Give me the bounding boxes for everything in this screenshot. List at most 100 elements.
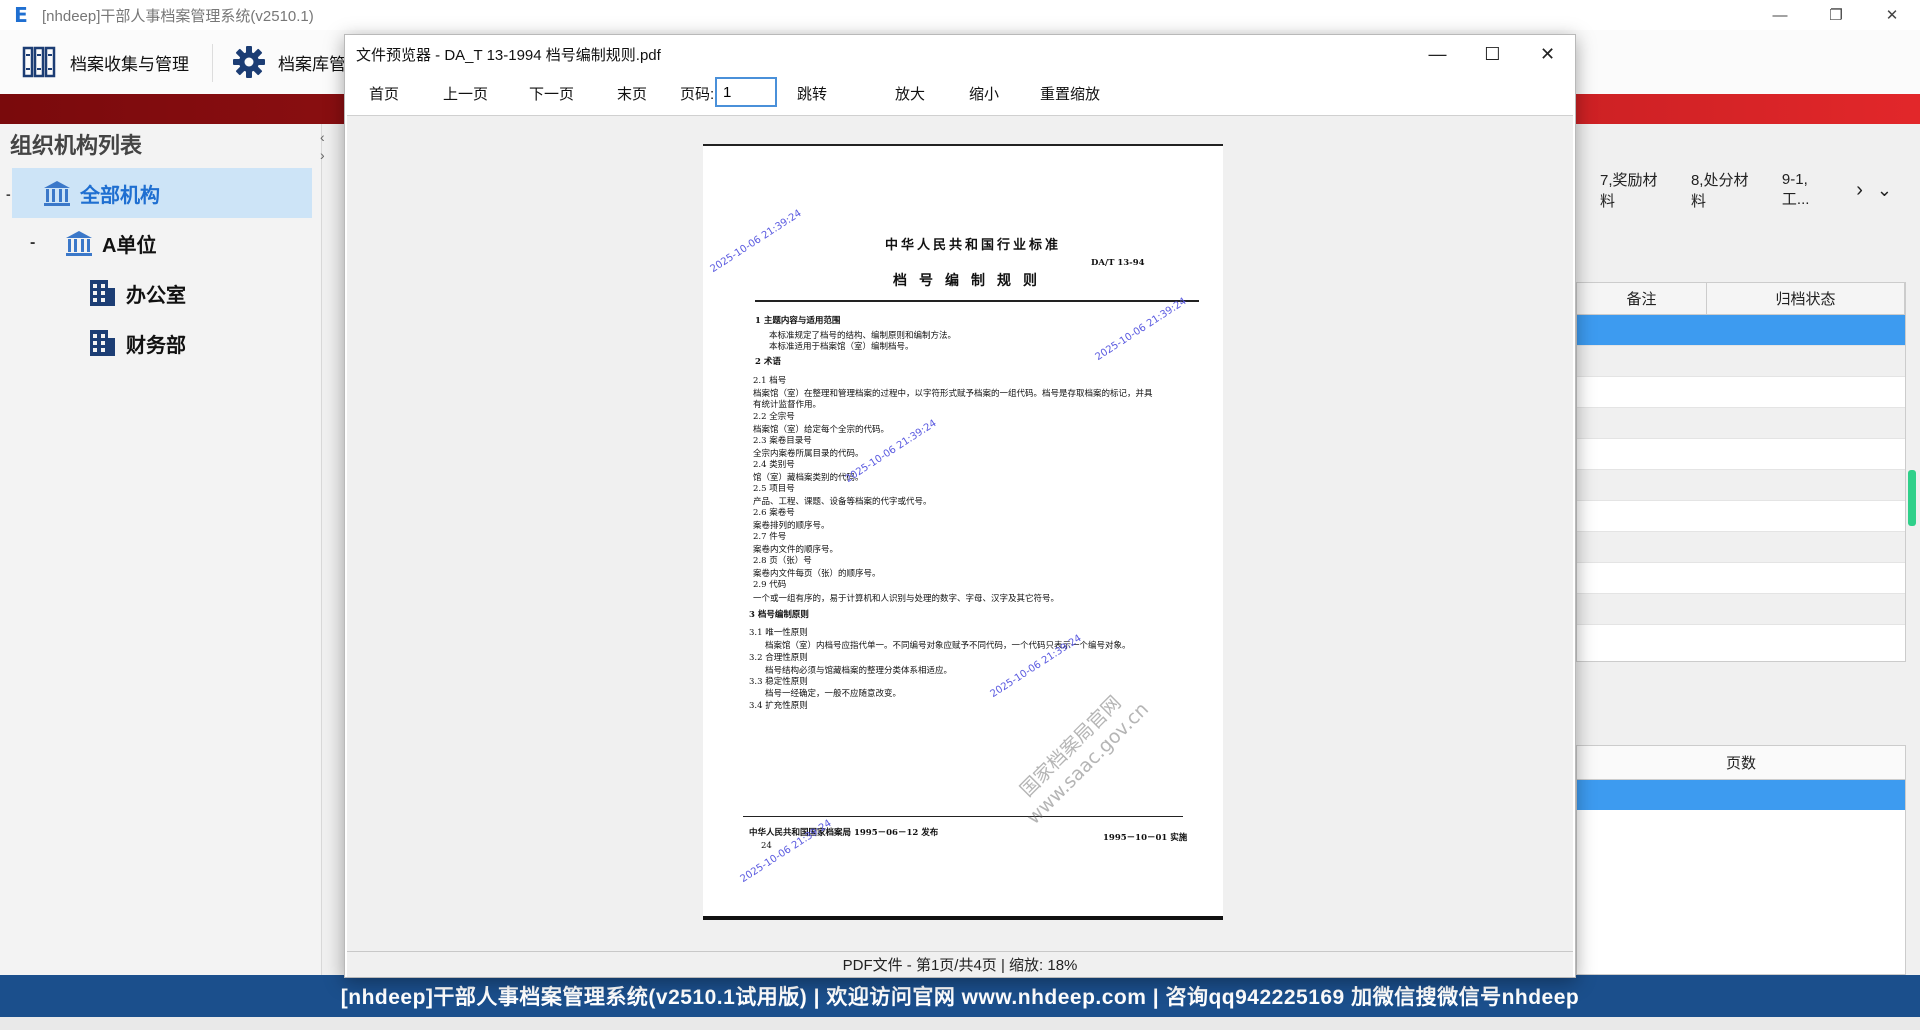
dialog-maximize-button[interactable]: ☐: [1465, 35, 1520, 73]
table-row[interactable]: [1577, 408, 1905, 439]
archive-collection-label: 档案收集与管理: [70, 54, 189, 74]
pdf-text-line: 2.3 案卷目录号: [753, 436, 812, 446]
institution-icon: [64, 229, 94, 257]
pdf-watermark-time: 2025-10-06 21:39:24: [708, 207, 804, 276]
org-tree-title: 组织机构列表: [10, 133, 143, 158]
tree-item-label: 全部机构: [80, 184, 160, 207]
pdf-text-line: 3.3 稳定性原则: [749, 677, 808, 687]
minimize-button[interactable]: —: [1752, 0, 1808, 30]
tab-work[interactable]: 9-1,工...: [1782, 171, 1828, 209]
pdf-text-line: 2.5 项目号: [753, 484, 795, 494]
jump-button[interactable]: 跳转: [797, 83, 827, 104]
tree-item-finance[interactable]: 财务部: [88, 320, 186, 366]
pdf-text-line: 2.8 页（张）号: [753, 556, 812, 566]
pdf-effective-date: 1995－10－01 实施: [1103, 833, 1188, 843]
app-title: [nhdeep]干部人事档案管理系统(v2510.1): [42, 7, 314, 25]
tree-collapse-toggle[interactable]: -: [30, 234, 64, 252]
table-row[interactable]: [1577, 470, 1905, 501]
table-row[interactable]: [1577, 532, 1905, 563]
pdf-text-line: 3.1 唯一性原则: [749, 628, 808, 638]
pdf-text-line: 2.1 档号: [753, 376, 787, 386]
zoom-in-button[interactable]: 放大: [895, 83, 925, 104]
file-preview-dialog: 文件预览器 - DA_T 13-1994 档号编制规则.pdf — ☐ ✕ 首页…: [344, 34, 1576, 978]
dialog-titlebar: 文件预览器 - DA_T 13-1994 档号编制规则.pdf — ☐ ✕: [345, 35, 1575, 73]
pdf-footer-rule: [743, 816, 1183, 817]
pdf-text-line: 2 术语: [755, 357, 781, 367]
table-row[interactable]: [1577, 594, 1905, 625]
chevron-right-icon[interactable]: ›: [1856, 179, 1863, 202]
tree-item-all-orgs[interactable]: 全部机构: [12, 168, 312, 218]
pdf-text-line: 3.4 扩充性原则: [749, 701, 808, 711]
pdf-viewer[interactable]: 中华人民共和国行业标准 DA/T 13-94 档号编制规则 1 主题内容与适用范…: [347, 115, 1573, 953]
tree-item-label: 办公室: [126, 284, 186, 307]
pdf-text-line: 3.2 合理性原则: [749, 653, 808, 663]
prev-page-button[interactable]: 上一页: [443, 83, 488, 104]
next-page-button[interactable]: 下一页: [529, 83, 574, 104]
dialog-title: 文件预览器 - DA_T 13-1994 档号编制规则.pdf: [356, 46, 661, 64]
pdf-site-watermark: 国家档案局官网 www.saac.gov.cn: [1015, 691, 1154, 829]
pdf-toolbar: 首页 上一页 下一页 末页 页码: 跳转 放大 缩小 重置缩放: [345, 73, 1575, 111]
chevron-left-icon[interactable]: ‹: [320, 128, 325, 146]
table-row[interactable]: [1577, 377, 1905, 408]
chevron-right-icon[interactable]: ›: [320, 146, 325, 164]
table-row[interactable]: [1577, 780, 1905, 810]
pdf-page-number: 24: [761, 841, 772, 851]
material-tabs: 7,奖励材料 8,处分材料 9-1,工... › ⌄: [1570, 170, 1920, 210]
building-icon: [88, 328, 116, 358]
pdf-text-line: 一个或一组有序的，易于计算机和人识别与处理的数字、字母、汉字及其它符号。: [753, 594, 1060, 604]
chevron-down-icon[interactable]: ⌄: [1877, 180, 1892, 201]
last-page-button[interactable]: 末页: [617, 83, 647, 104]
records-grid: 备注 归档状态: [1576, 282, 1906, 662]
restore-button[interactable]: ❐: [1808, 0, 1864, 30]
column-header-archive-status[interactable]: 归档状态: [1707, 283, 1905, 314]
tab-rewards[interactable]: 7,奖励材料: [1600, 169, 1663, 211]
dialog-minimize-button[interactable]: —: [1410, 35, 1465, 73]
table-row[interactable]: [1577, 346, 1905, 377]
pdf-text-line: 本标准适用于档案馆（室）编制档号。: [769, 342, 914, 352]
pdf-title-rule: [755, 300, 1199, 302]
tree-item-label: 财务部: [126, 334, 186, 357]
pdf-text-line: 2.9 代码: [753, 580, 787, 590]
archive-shelves-icon: [22, 45, 56, 79]
page-number-input[interactable]: [715, 77, 777, 107]
app-titlebar: E [nhdeep]干部人事档案管理系统(v2510.1) — ❐ ✕: [0, 0, 1920, 30]
pdf-text-line: 1 主题内容与适用范围: [755, 316, 841, 326]
reset-zoom-button[interactable]: 重置缩放: [1040, 83, 1100, 104]
tree-item-a-unit[interactable]: - A单位: [30, 220, 156, 266]
pdf-text-line: 2.6 案卷号: [753, 508, 795, 518]
pages-grid: 页数: [1576, 745, 1906, 975]
pdf-status-bar: PDF文件 - 第1页/共4页 | 缩放: 18%: [347, 951, 1573, 977]
zoom-out-button[interactable]: 缩小: [969, 83, 999, 104]
pdf-watermark-time: 2025-10-06 21:39:24: [1093, 295, 1189, 364]
pdf-doc-title: 档号编制规则: [893, 273, 1049, 289]
building-icon: [88, 278, 116, 308]
column-header-pages[interactable]: 页数: [1577, 746, 1905, 780]
tree-item-office[interactable]: 办公室: [88, 270, 186, 316]
dialog-close-button[interactable]: ✕: [1520, 35, 1575, 73]
archive-collection-button[interactable]: 档案收集与管理: [22, 42, 189, 82]
app-window-controls: — ❐ ✕: [1752, 0, 1920, 30]
table-row[interactable]: [1577, 501, 1905, 532]
table-row[interactable]: [1577, 439, 1905, 470]
org-tree-panel: 组织机构列表 ‹ › - 全部机构 - A单位 办公室 财务部: [0, 124, 325, 975]
gear-icon: [232, 45, 266, 79]
scrollbar-thumb[interactable]: [1908, 470, 1916, 526]
pdf-issuer: 中华人民共和国国家档案局 1995－06－12 发布: [749, 828, 939, 838]
archive-storage-button[interactable]: 档案库管: [232, 42, 346, 82]
pdf-standard-code: DA/T 13-94: [1091, 258, 1145, 268]
pdf-text-line: 档号一经确定，一般不应随意改变。: [765, 689, 902, 699]
dialog-window-controls: — ☐ ✕: [1410, 35, 1575, 73]
table-row[interactable]: [1577, 315, 1905, 346]
pdf-text-line: 3 档号编制原则: [749, 610, 809, 620]
pdf-header: 中华人民共和国行业标准: [885, 238, 1062, 253]
pdf-text-line: 有统计监督作用。: [753, 400, 822, 410]
app-logo: E: [14, 3, 28, 27]
tab-punishments[interactable]: 8,处分材料: [1691, 169, 1754, 211]
first-page-button[interactable]: 首页: [369, 83, 399, 104]
pdf-text-line: 2.7 件号: [753, 532, 787, 542]
tree-item-label: A单位: [102, 234, 157, 257]
column-header-remarks[interactable]: 备注: [1577, 283, 1707, 314]
table-row[interactable]: [1577, 563, 1905, 594]
panel-collapse-arrows[interactable]: ‹ ›: [320, 128, 325, 164]
close-button[interactable]: ✕: [1864, 0, 1920, 30]
